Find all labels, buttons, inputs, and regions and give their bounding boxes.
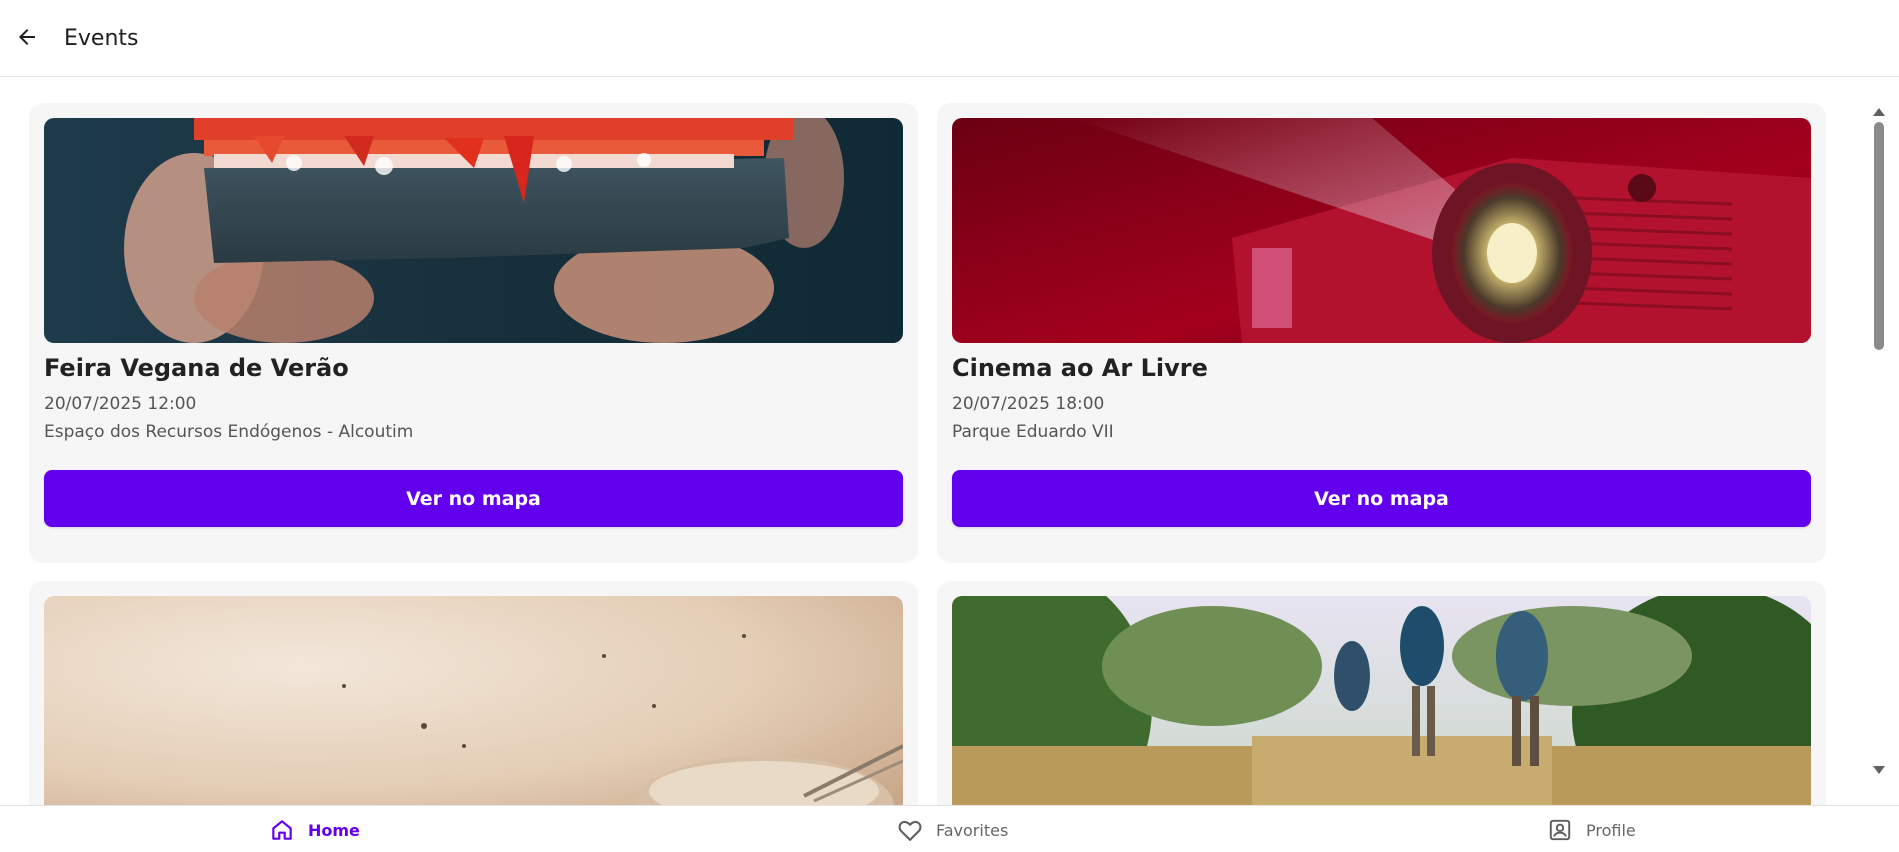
event-title: Feira Vegana de Verão xyxy=(44,354,349,382)
page-title: Events xyxy=(64,26,139,51)
event-datetime: 20/07/2025 12:00 xyxy=(44,394,197,414)
event-image xyxy=(952,596,1811,806)
events-screen: Events Feira Vegana de Verão 20/07/2025 … xyxy=(0,0,1899,852)
view-on-map-button[interactable]: Ver no mapa xyxy=(44,470,903,527)
event-image xyxy=(44,118,903,343)
scroll-down-arrow-icon[interactable] xyxy=(1873,766,1885,774)
nav-item-profile[interactable]: Profile xyxy=(1546,816,1636,844)
event-card xyxy=(937,581,1826,806)
event-image xyxy=(44,596,903,806)
nav-item-home[interactable]: Home xyxy=(268,816,360,844)
event-image xyxy=(952,118,1811,343)
event-card: Cinema ao Ar Livre 20/07/2025 18:00 Parq… xyxy=(937,103,1826,563)
nav-label-profile: Profile xyxy=(1586,820,1636,840)
heart-icon xyxy=(896,816,924,844)
view-on-map-button[interactable]: Ver no mapa xyxy=(952,470,1811,527)
bottom-navigation: Home Favorites Profile xyxy=(0,805,1899,852)
scroll-up-arrow-icon[interactable] xyxy=(1873,108,1885,116)
events-list[interactable]: Feira Vegana de Verão 20/07/2025 12:00 E… xyxy=(0,78,1899,806)
nav-label-favorites: Favorites xyxy=(936,820,1009,840)
event-card: Feira Vegana de Verão 20/07/2025 12:00 E… xyxy=(29,103,918,563)
nav-label-home: Home xyxy=(308,820,360,840)
profile-icon xyxy=(1546,816,1574,844)
event-datetime: 20/07/2025 18:00 xyxy=(952,394,1105,414)
arrow-left-icon xyxy=(19,29,35,45)
event-location: Espaço dos Recursos Endógenos - Alcoutim xyxy=(44,422,414,442)
home-icon xyxy=(268,816,296,844)
scroll-thumb[interactable] xyxy=(1874,122,1884,350)
nav-item-favorites[interactable]: Favorites xyxy=(896,816,1008,844)
app-bar: Events xyxy=(0,0,1899,77)
event-location: Parque Eduardo VII xyxy=(952,422,1114,442)
scrollbar[interactable] xyxy=(1868,106,1888,778)
event-card xyxy=(29,581,918,806)
back-button[interactable] xyxy=(12,22,42,52)
event-title: Cinema ao Ar Livre xyxy=(952,354,1208,382)
